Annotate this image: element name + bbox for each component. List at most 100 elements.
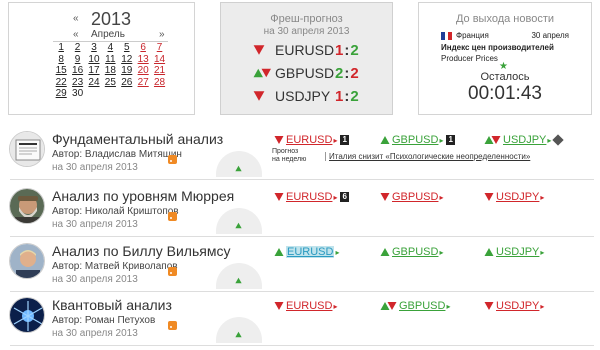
calendar-day[interactable]: 25 [102, 77, 118, 89]
signal-pair-link[interactable]: EURUSD [286, 134, 332, 146]
fresh-pair: USDJPY [275, 88, 331, 104]
signal-pair-link[interactable]: GBPUSD [392, 191, 438, 203]
calendar-day[interactable]: 2 [69, 42, 85, 54]
calendar-day[interactable]: 22 [53, 77, 69, 89]
fresh-item[interactable]: USDJPY 1:2 [253, 85, 360, 107]
calendar-week: 1234567 [53, 42, 168, 54]
signal-pair-link[interactable]: EURUSD [286, 246, 335, 258]
bearded-man-avatar[interactable] [9, 188, 45, 224]
signal-pair-link[interactable]: GBPUSD [392, 134, 438, 146]
signal-usdjpy[interactable]: USDJPY ▸ [484, 191, 544, 203]
signal-usdjpy[interactable]: USDJPY ▸ [484, 300, 544, 312]
calendar-day [86, 88, 102, 100]
rss-icon[interactable] [168, 321, 177, 330]
calendar-day[interactable]: 1 [53, 42, 69, 54]
signal-gbpusd[interactable]: GBPUSD ▸ [380, 246, 443, 258]
calendar-day[interactable]: 19 [119, 65, 135, 77]
signal-eurusd[interactable]: EURUSD ▸ [274, 300, 337, 312]
signal-gbpusd[interactable]: GBPUSD ▸ [380, 300, 450, 312]
signal-eurusd[interactable]: EURUSD ▸ [274, 246, 339, 258]
calendar-day[interactable]: 7 [151, 42, 167, 54]
calendar-day[interactable]: 6 [135, 42, 151, 54]
forecast-link[interactable]: Италия снизит «Психологические неопредел… [325, 152, 530, 161]
calendar-day[interactable]: 11 [102, 54, 118, 66]
calendar-day[interactable]: 9 [69, 54, 85, 66]
calendar-day[interactable]: 21 [151, 65, 167, 77]
news-country: Франция [441, 31, 489, 40]
triangle-up-icon [380, 248, 390, 256]
analysis-title[interactable]: Анализ по уровням Мюррея [52, 188, 234, 204]
triangle-down-icon [484, 193, 494, 201]
rss-icon[interactable] [168, 267, 177, 276]
news-event-name[interactable]: Индекс цен производителей [441, 43, 554, 52]
analysis-title[interactable]: Анализ по Биллу Вильямсу [52, 243, 230, 259]
calendar-grid: 1 2 3 4 5 6 7 8 9 10 11 12 13 14 15 16 17 18 19 20 21 22 23 24 2… [53, 41, 168, 100]
signal-eurusd[interactable]: EURUSD ▸ 1 [274, 134, 349, 146]
signal-pair-link[interactable]: GBPUSD [392, 246, 438, 258]
triangle-up-icon [235, 165, 242, 172]
signal-pair-link[interactable]: USDJPY [496, 300, 539, 312]
rss-icon[interactable] [168, 155, 177, 164]
expand-tab[interactable] [216, 263, 262, 289]
signal-eurusd[interactable]: EURUSD ▸ 6 [274, 191, 349, 203]
calendar-prev-year[interactable]: « [73, 13, 79, 24]
signal-pair-link[interactable]: USDJPY [496, 191, 539, 203]
calendar-day[interactable]: 15 [53, 65, 69, 77]
signal-usdjpy[interactable]: USDJPY ▸ [484, 246, 544, 258]
analysis-title[interactable]: Квантовый анализ [52, 297, 172, 313]
calendar-day[interactable]: 24 [86, 77, 102, 89]
forecast-label-line: на неделю [272, 156, 307, 163]
arrow-right-icon: ▸ [333, 301, 338, 311]
arrow-right-icon: ▸ [540, 301, 545, 311]
row-divider [10, 345, 594, 346]
calendar-day[interactable]: 28 [151, 77, 167, 89]
fresh-title: Фреш-прогноз [270, 13, 343, 25]
calendar-day[interactable]: 10 [86, 54, 102, 66]
calendar-day [102, 88, 118, 100]
comment-icon [552, 134, 565, 146]
analysis-row: Квантовый анализ Автор: Роман Петухов на 3… [0, 291, 600, 346]
calendar-next-month[interactable]: » [159, 29, 165, 40]
calendar-day[interactable]: 8 [53, 54, 69, 66]
signal-pair-link[interactable]: GBPUSD [399, 300, 445, 312]
calendar-day[interactable]: 3 [86, 42, 102, 54]
comment-count-badge: 1 [446, 135, 455, 145]
analysis-author: Автор: Матвей Криволапов [52, 261, 178, 272]
signal-pair-link[interactable]: USDJPY [496, 246, 539, 258]
calendar-day[interactable]: 16 [69, 65, 85, 77]
signal-gbpusd[interactable]: GBPUSD ▸ 1 [380, 134, 455, 146]
signal-pair-link[interactable]: EURUSD [286, 300, 332, 312]
calendar-day[interactable]: 14 [151, 54, 167, 66]
fresh-item[interactable]: EURUSD 1:2 [253, 39, 360, 61]
newspaper-avatar[interactable] [9, 131, 45, 167]
expand-tab[interactable] [216, 151, 262, 177]
expand-tab[interactable] [216, 317, 262, 343]
expand-tab[interactable] [216, 208, 262, 234]
calendar-day[interactable]: 26 [119, 77, 135, 89]
signal-gbpusd[interactable]: GBPUSD ▸ [380, 191, 443, 203]
analysis-title[interactable]: Фундаментальный анализ [52, 131, 223, 147]
calendar-day[interactable]: 13 [135, 54, 151, 66]
calendar-day[interactable]: 30 [69, 88, 85, 100]
fresh-item[interactable]: GBPUSD 2:2 [253, 62, 360, 84]
calendar-day[interactable]: 17 [86, 65, 102, 77]
calendar-day[interactable]: 18 [102, 65, 118, 77]
calendar-day[interactable]: 29 [53, 88, 69, 100]
time-left-label: Осталось [480, 71, 530, 83]
fresh-pair: EURUSD [275, 42, 335, 58]
triangle-down-icon [274, 193, 284, 201]
calendar-day[interactable]: 4 [102, 42, 118, 54]
calendar-day[interactable]: 20 [135, 65, 151, 77]
signal-usdjpy[interactable]: USDJPY ▸ [484, 134, 565, 146]
calendar-prev-month[interactable]: « [73, 29, 79, 40]
signal-pair-link[interactable]: EURUSD [286, 191, 332, 203]
man-portrait-avatar[interactable] [9, 243, 45, 279]
arrow-right-icon: ▸ [335, 247, 340, 257]
signal-pair-link[interactable]: USDJPY [503, 134, 546, 146]
quantum-avatar[interactable] [9, 297, 45, 333]
calendar-day[interactable]: 27 [135, 77, 151, 89]
calendar-day[interactable]: 23 [69, 77, 85, 89]
rss-icon[interactable] [168, 212, 177, 221]
calendar-day[interactable]: 5 [119, 42, 135, 54]
calendar-day[interactable]: 12 [119, 54, 135, 66]
